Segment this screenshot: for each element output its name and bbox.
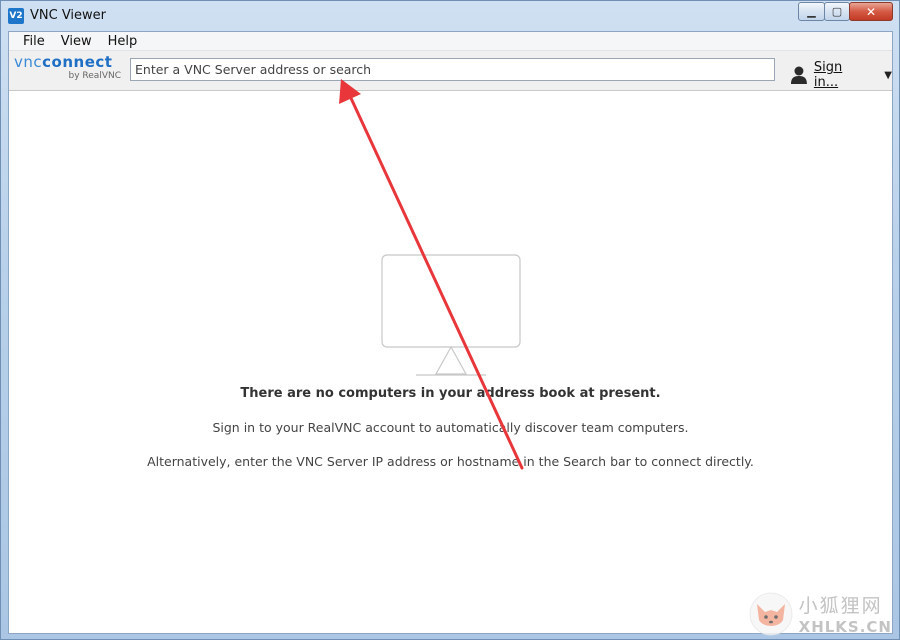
menu-help[interactable]: Help: [100, 34, 146, 49]
empty-state-search-hint: Alternatively, enter the VNC Server IP a…: [147, 454, 754, 469]
menu-file[interactable]: File: [15, 34, 53, 49]
watermark-en-text: XHLKS.CN: [798, 618, 892, 636]
toolbar: vncconnect by RealVNC Sign in... ▼: [9, 51, 892, 91]
user-icon: [790, 66, 807, 84]
close-button[interactable]: ✕: [849, 2, 893, 21]
maximize-button[interactable]: ▢: [824, 2, 850, 21]
address-book-area: There are no computers in your address b…: [9, 92, 892, 633]
empty-state-title: There are no computers in your address b…: [240, 386, 661, 401]
watermark-cn-text: 小狐狸网: [798, 595, 883, 617]
vnc-app-icon: V2: [8, 8, 24, 24]
vnc-connect-logo: vncconnect by RealVNC: [14, 54, 124, 84]
sign-in-button[interactable]: Sign in... ▼: [790, 60, 892, 90]
empty-state-signin-hint: Sign in to your RealVNC account to autom…: [212, 420, 689, 435]
menu-bar: File View Help: [9, 32, 892, 51]
logo-text-vnc: vnc: [14, 53, 43, 71]
window-title: VNC Viewer: [30, 8, 107, 23]
menu-view[interactable]: View: [53, 34, 100, 49]
logo-byline: by RealVNC: [68, 71, 121, 81]
maximize-icon: ▢: [831, 5, 843, 18]
sign-in-label: Sign in...: [813, 60, 843, 90]
title-bar[interactable]: V2 VNC Viewer ▁ ▢ ✕: [1, 1, 899, 31]
fox-logo-icon: [749, 592, 793, 635]
search-input[interactable]: [130, 58, 775, 81]
window-controls: ▁ ▢ ✕: [798, 2, 893, 21]
minimize-icon: ▁: [807, 5, 816, 18]
vnc-viewer-window: V2 VNC Viewer ▁ ▢ ✕ File View Help vncco…: [0, 0, 900, 640]
client-area: File View Help vncconnect by RealVNC Sig…: [8, 31, 893, 634]
site-watermark: 小狐狸网 XHLKS.CN: [749, 591, 892, 636]
monitor-icon: [381, 254, 521, 376]
chevron-down-icon[interactable]: ▼: [884, 70, 892, 81]
logo-text-connect: connect: [42, 53, 113, 71]
close-icon: ✕: [865, 4, 877, 19]
minimize-button[interactable]: ▁: [798, 2, 825, 21]
